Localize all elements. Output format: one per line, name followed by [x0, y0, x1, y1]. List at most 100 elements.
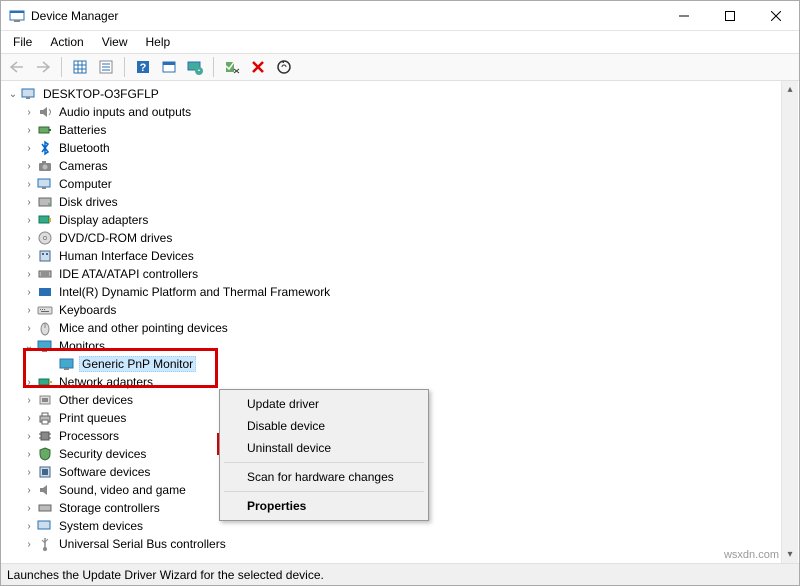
scan-hardware-button[interactable]	[272, 55, 296, 79]
chevron-right-icon[interactable]: ›	[23, 376, 35, 388]
tree-category[interactable]: › Human Interface Devices	[1, 247, 799, 265]
battery-icon	[37, 122, 53, 138]
node-label: Software devices	[57, 465, 152, 479]
chevron-right-icon[interactable]: ›	[23, 124, 35, 136]
toolbar-separator	[213, 57, 214, 77]
tree-root[interactable]: ⌄ DESKTOP-O3FGFLP	[1, 85, 799, 103]
tree-category[interactable]: ›Batteries	[1, 121, 799, 139]
chevron-right-icon[interactable]: ›	[23, 160, 35, 172]
node-label: Monitors	[57, 339, 107, 353]
keyboard-icon	[37, 302, 53, 318]
tree-category[interactable]: ›Universal Serial Bus controllers	[1, 535, 799, 553]
network-icon	[37, 374, 53, 390]
menu-action[interactable]: Action	[42, 33, 91, 51]
chevron-right-icon[interactable]: ›	[23, 448, 35, 460]
tree-category[interactable]: › Cameras	[1, 157, 799, 175]
ctx-uninstall-device[interactable]: Uninstall device	[223, 437, 425, 459]
chevron-right-icon[interactable]: ›	[23, 502, 35, 514]
uninstall-x-icon	[250, 59, 266, 75]
disk-icon	[37, 194, 53, 210]
menu-file[interactable]: File	[5, 33, 40, 51]
node-label: Human Interface Devices	[57, 249, 196, 263]
toolbar-separator	[61, 57, 62, 77]
chevron-right-icon[interactable]: ›	[23, 484, 35, 496]
chevron-right-icon[interactable]: ›	[23, 250, 35, 262]
node-label: Intel(R) Dynamic Platform and Thermal Fr…	[57, 285, 332, 299]
disable-button[interactable]	[220, 55, 244, 79]
tree-category-monitors[interactable]: ⌄ Monitors	[1, 337, 799, 355]
tree-category[interactable]: ›Keyboards	[1, 301, 799, 319]
tree-category[interactable]: › Bluetooth	[1, 139, 799, 157]
maximize-button[interactable]	[707, 1, 753, 30]
chevron-down-icon[interactable]: ⌄	[7, 88, 19, 100]
tree-category[interactable]: ›Audio inputs and outputs	[1, 103, 799, 121]
chevron-right-icon[interactable]: ›	[23, 268, 35, 280]
mouse-icon	[37, 320, 53, 336]
other-icon	[37, 392, 53, 408]
chevron-right-icon[interactable]: ›	[23, 538, 35, 550]
back-button[interactable]	[5, 55, 29, 79]
display-adapter-icon	[37, 212, 53, 228]
scroll-up-arrow[interactable]: ▴	[782, 81, 798, 98]
tree-category[interactable]: ›Disk drives	[1, 193, 799, 211]
chevron-right-icon[interactable]: ›	[23, 286, 35, 298]
svg-text:?: ?	[140, 62, 147, 74]
action-button[interactable]	[157, 55, 181, 79]
update-driver-button[interactable]	[183, 55, 207, 79]
chevron-right-icon[interactable]: ›	[23, 322, 35, 334]
ide-icon	[37, 266, 53, 282]
node-label: Bluetooth	[57, 141, 112, 155]
chevron-right-icon[interactable]: ›	[23, 178, 35, 190]
chevron-right-icon[interactable]: ›	[23, 430, 35, 442]
node-label: Storage controllers	[57, 501, 162, 515]
chevron-right-icon[interactable]: ›	[23, 412, 35, 424]
dvd-icon	[37, 230, 53, 246]
ctx-scan-hardware[interactable]: Scan for hardware changes	[223, 466, 425, 488]
chevron-right-icon[interactable]: ›	[23, 196, 35, 208]
properties-icon	[98, 59, 114, 75]
tree-device-generic-pnp-monitor[interactable]: Generic PnP Monitor	[1, 355, 799, 373]
usb-icon	[37, 536, 53, 552]
show-hidden-button[interactable]	[68, 55, 92, 79]
chevron-right-icon[interactable]: ›	[23, 106, 35, 118]
ctx-properties[interactable]: Properties	[223, 495, 425, 517]
tree-category[interactable]: › Intel(R) Dynamic Platform and Thermal F…	[1, 283, 799, 301]
node-label: Cameras	[57, 159, 110, 173]
uninstall-button[interactable]	[246, 55, 270, 79]
chevron-right-icon[interactable]: ›	[23, 466, 35, 478]
chevron-right-icon[interactable]: ›	[23, 394, 35, 406]
menu-view[interactable]: View	[94, 33, 136, 51]
statusbar-text: Launches the Update Driver Wizard for th…	[7, 568, 324, 582]
minimize-button[interactable]	[661, 1, 707, 30]
sound-icon	[37, 482, 53, 498]
ctx-disable-device[interactable]: Disable device	[223, 415, 425, 437]
close-icon	[771, 11, 781, 21]
chevron-right-icon[interactable]: ›	[23, 232, 35, 244]
tree-category[interactable]: ›Computer	[1, 175, 799, 193]
vertical-scrollbar[interactable]: ▴ ▾	[781, 81, 798, 563]
tree-category[interactable]: ›IDE ATA/ATAPI controllers	[1, 265, 799, 283]
chevron-right-icon[interactable]: ›	[23, 214, 35, 226]
disable-icon	[224, 59, 240, 75]
node-label: Display adapters	[57, 213, 150, 227]
ctx-update-driver[interactable]: Update driver	[223, 393, 425, 415]
chevron-right-icon[interactable]: ›	[23, 520, 35, 532]
close-button[interactable]	[753, 1, 799, 30]
menu-help[interactable]: Help	[138, 33, 179, 51]
expander-empty	[45, 358, 57, 370]
app-icon	[9, 8, 25, 24]
forward-button[interactable]	[31, 55, 55, 79]
scroll-down-arrow[interactable]: ▾	[782, 546, 798, 563]
chevron-right-icon[interactable]: ›	[23, 142, 35, 154]
tree-category[interactable]: › Display adapters	[1, 211, 799, 229]
titlebar: Device Manager	[1, 1, 799, 31]
tree-category[interactable]: ›DVD/CD-ROM drives	[1, 229, 799, 247]
tree-category[interactable]: ›Mice and other pointing devices	[1, 319, 799, 337]
properties-button[interactable]	[94, 55, 118, 79]
chevron-down-icon[interactable]: ⌄	[23, 340, 35, 352]
chevron-right-icon[interactable]: ›	[23, 304, 35, 316]
computer-icon	[21, 86, 37, 102]
statusbar: Launches the Update Driver Wizard for th…	[1, 563, 799, 585]
help-button[interactable]: ?	[131, 55, 155, 79]
toolbar-separator	[124, 57, 125, 77]
